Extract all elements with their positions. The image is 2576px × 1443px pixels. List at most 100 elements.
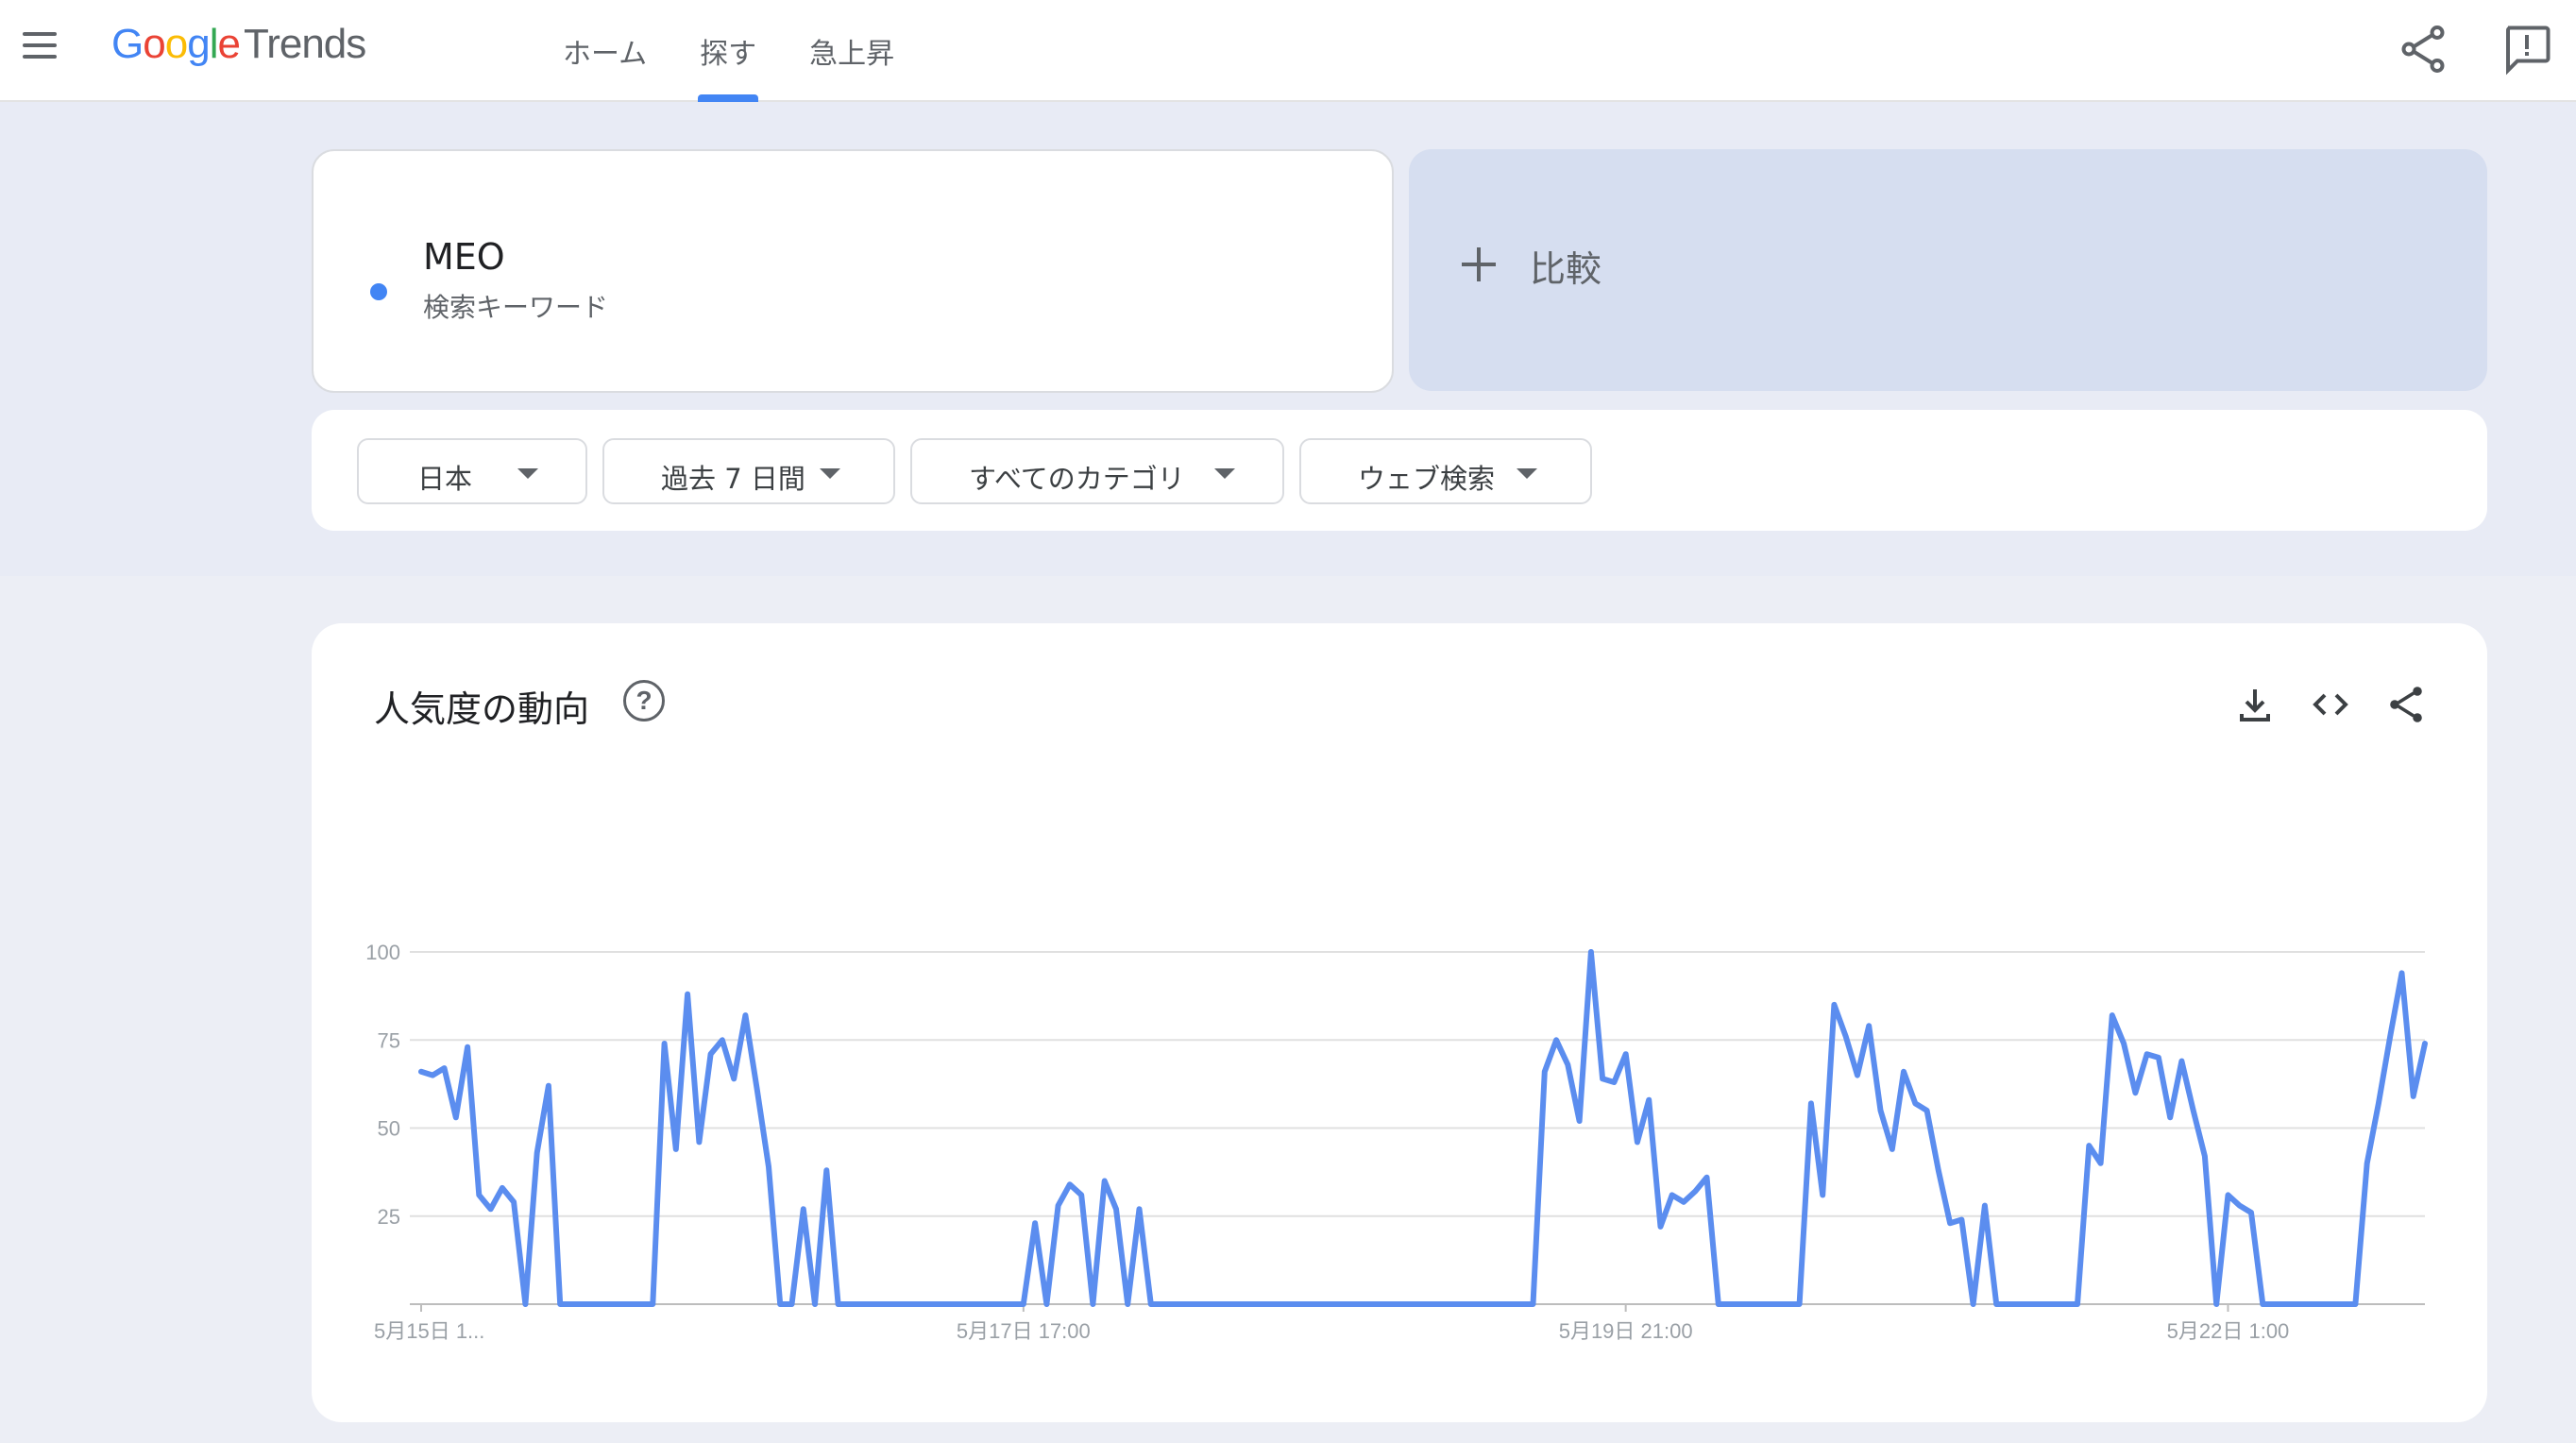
data-point bbox=[1196, 1303, 1198, 1305]
download-icon[interactable] bbox=[2232, 682, 2278, 727]
data-point bbox=[2378, 1102, 2380, 1104]
data-point bbox=[1683, 1201, 1685, 1203]
filter-search-type-label: ウェブ検索 bbox=[1358, 463, 1496, 495]
data-point bbox=[941, 1303, 943, 1305]
data-point bbox=[2320, 1303, 2322, 1305]
filter-time-range-label: 過去 7 日間 bbox=[661, 463, 805, 495]
data-point bbox=[953, 1303, 955, 1305]
data-point bbox=[1439, 1303, 1441, 1305]
data-point bbox=[988, 1303, 990, 1305]
filter-region[interactable]: 日本 bbox=[357, 438, 587, 504]
data-point bbox=[1289, 1303, 1291, 1305]
data-point bbox=[2389, 1036, 2391, 1038]
filter-search-type[interactable]: ウェブ検索 bbox=[1299, 438, 1592, 504]
data-point bbox=[559, 1303, 561, 1305]
data-point bbox=[1231, 1303, 1233, 1305]
data-point bbox=[1243, 1303, 1245, 1305]
data-point bbox=[1949, 1222, 1951, 1224]
data-point bbox=[664, 1043, 666, 1044]
help-icon[interactable]: ? bbox=[623, 680, 665, 722]
data-point bbox=[2204, 1155, 2206, 1157]
data-point bbox=[1694, 1191, 1696, 1193]
data-point bbox=[1671, 1194, 1673, 1196]
data-point bbox=[1810, 1102, 1812, 1104]
y-tick-label: 50 bbox=[378, 1117, 400, 1141]
data-point bbox=[432, 1075, 433, 1077]
chart-title: 人気度の動向 bbox=[374, 688, 590, 730]
data-point bbox=[1463, 1303, 1465, 1305]
data-point bbox=[605, 1303, 607, 1305]
data-point bbox=[1613, 1081, 1615, 1083]
data-point bbox=[478, 1194, 480, 1196]
embed-code-icon[interactable] bbox=[2308, 682, 2353, 727]
share-icon[interactable] bbox=[2395, 21, 2451, 77]
share-icon[interactable] bbox=[2383, 682, 2429, 727]
data-point bbox=[1498, 1303, 1500, 1305]
filter-time-range[interactable]: 過去 7 日間 bbox=[602, 438, 895, 504]
data-point bbox=[1393, 1303, 1395, 1305]
feedback-icon[interactable] bbox=[2499, 21, 2555, 77]
app-header: GoogleTrends ホーム 探す 急上昇 bbox=[0, 0, 2576, 102]
data-point bbox=[1254, 1303, 1256, 1305]
filter-category[interactable]: すべてのカテゴリ bbox=[910, 438, 1284, 504]
data-point bbox=[1265, 1303, 1267, 1305]
data-point bbox=[698, 1141, 700, 1143]
data-point bbox=[1764, 1303, 1766, 1305]
data-point bbox=[895, 1303, 897, 1305]
data-point bbox=[1023, 1303, 1025, 1305]
data-point bbox=[1278, 1303, 1280, 1305]
data-point bbox=[872, 1303, 873, 1305]
data-point bbox=[2401, 972, 2403, 974]
data-point bbox=[999, 1303, 1001, 1305]
dropdown-arrow-icon bbox=[1214, 468, 1235, 479]
data-point bbox=[1914, 1102, 1916, 1104]
y-tick-label: 25 bbox=[378, 1205, 400, 1229]
data-point bbox=[1891, 1148, 1893, 1150]
data-point bbox=[838, 1303, 839, 1305]
data-point bbox=[2285, 1303, 2287, 1305]
data-point bbox=[2239, 1205, 2241, 1207]
data-point bbox=[1822, 1194, 1823, 1196]
data-point bbox=[2042, 1303, 2043, 1305]
data-point bbox=[455, 1116, 457, 1118]
tab-explore[interactable]: 探す bbox=[673, 0, 783, 102]
data-point bbox=[513, 1201, 515, 1203]
data-point bbox=[1451, 1303, 1453, 1305]
filter-region-label: 日本 bbox=[417, 463, 473, 495]
data-point bbox=[1625, 1053, 1627, 1055]
google-trends-logo[interactable]: GoogleTrends bbox=[111, 21, 366, 77]
data-point bbox=[2054, 1303, 2056, 1305]
data-point bbox=[2354, 1303, 2356, 1305]
search-term-card[interactable]: MEO 検索キーワード bbox=[312, 149, 1394, 393]
dropdown-arrow-icon bbox=[1517, 468, 1537, 479]
x-tick-label: 5月15日 1... bbox=[374, 1319, 484, 1343]
tab-trending[interactable]: 急上昇 bbox=[783, 0, 921, 102]
data-point bbox=[652, 1303, 653, 1305]
menu-icon[interactable] bbox=[19, 26, 60, 64]
data-point bbox=[1080, 1194, 1082, 1196]
data-point bbox=[1845, 1036, 1847, 1038]
data-point bbox=[1474, 1303, 1476, 1305]
data-point bbox=[1034, 1222, 1036, 1224]
data-point bbox=[2180, 1061, 2182, 1062]
data-point bbox=[1960, 1219, 1962, 1221]
data-point bbox=[2100, 1163, 2102, 1164]
data-point bbox=[2228, 1194, 2229, 1196]
data-point bbox=[2019, 1303, 2021, 1305]
tab-home[interactable]: ホーム bbox=[536, 0, 673, 102]
compare-button[interactable]: 比較 bbox=[1409, 149, 2487, 391]
x-tick-label: 5月19日 21:00 bbox=[1559, 1319, 1693, 1343]
search-term[interactable]: MEO bbox=[423, 236, 505, 278]
data-point bbox=[466, 1046, 468, 1048]
data-point bbox=[1833, 1004, 1835, 1006]
data-point bbox=[2146, 1053, 2148, 1055]
data-point bbox=[825, 1169, 827, 1171]
data-point bbox=[1579, 1120, 1581, 1122]
data-point bbox=[2215, 1303, 2217, 1305]
data-point bbox=[1161, 1303, 1163, 1305]
interest-over-time-card: 100 75 50 25 5月15日 1... 5月17日 17:00 5月19日 21:0… bbox=[312, 623, 2487, 1422]
data-point bbox=[1718, 1303, 1720, 1305]
data-point bbox=[524, 1303, 526, 1305]
data-point bbox=[2007, 1303, 2008, 1305]
data-point bbox=[1648, 1099, 1650, 1101]
